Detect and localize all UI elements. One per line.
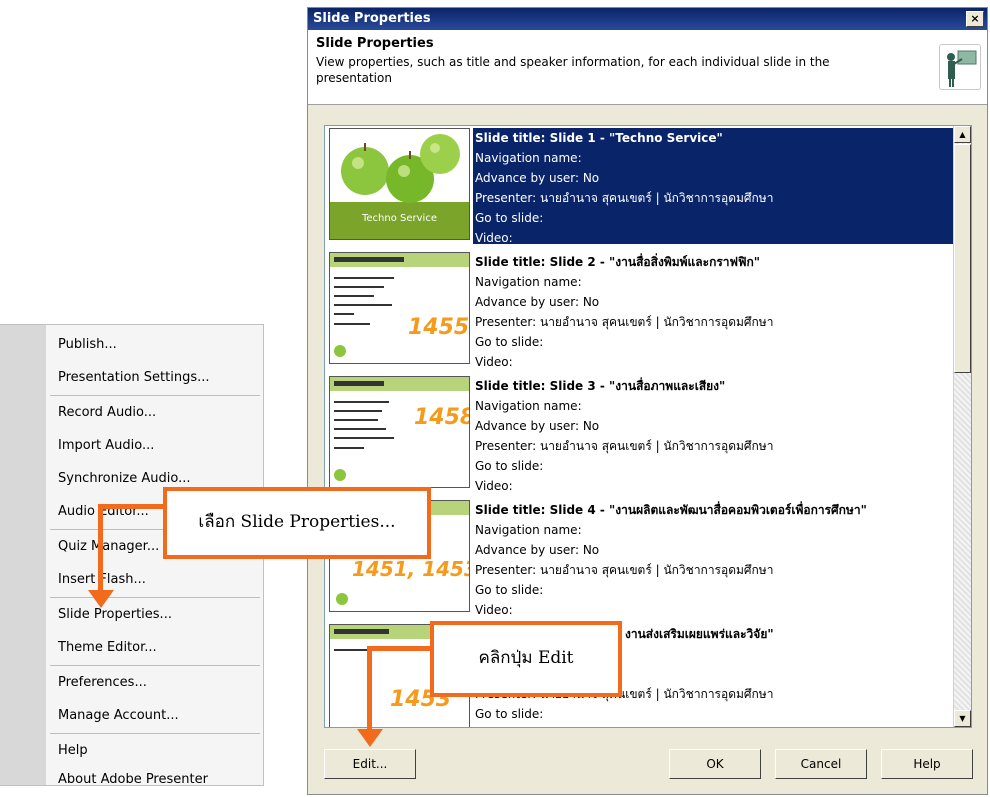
header-title: Slide Properties	[316, 36, 434, 51]
slide-info[interactable]: Slide title: Slide 2 - "งานสื่อสิ่งพิมพ์…	[473, 252, 957, 369]
slide-row[interactable]: 1455 Slide title: Slide 2 - "งานสื่อสิ่ง…	[329, 252, 955, 376]
dialog-header: Slide Properties View properties, such a…	[308, 30, 987, 105]
thumb-number: 1458	[414, 405, 470, 430]
arrow-down-icon	[357, 729, 383, 747]
go-to-slide: Go to slide:	[475, 211, 544, 225]
advance-by-user: Advance by user: No	[475, 543, 600, 557]
slide-properties-dialog: Slide Properties × Slide Properties View…	[307, 7, 988, 795]
video: Video:	[475, 479, 513, 493]
menu-gutter	[0, 325, 46, 785]
presenter-icon	[939, 44, 981, 90]
edit-button[interactable]: Edit...	[324, 749, 416, 779]
close-button[interactable]: ×	[966, 11, 984, 27]
video: Video:	[475, 355, 513, 369]
slide-title: Slide title: Slide 3 - "งานสื่อภาพและเสี…	[475, 379, 726, 393]
cancel-button[interactable]: Cancel	[775, 749, 867, 779]
slide-info-selected[interactable]: Slide title: Slide 1 - "Techno Service" …	[473, 128, 957, 245]
navigation-name: Navigation name:	[475, 275, 582, 289]
thumb-number: 1451, 1453	[352, 557, 470, 581]
arrow-down-icon	[88, 590, 114, 608]
slide-title: Slide title: Slide 1 - "Techno Service"	[475, 131, 723, 145]
navigation-name: Navigation name:	[475, 151, 582, 165]
slide-info[interactable]: Slide title: Slide 3 - "งานสื่อภาพและเสี…	[473, 376, 957, 493]
dialog-title: Slide Properties	[313, 11, 431, 26]
navigation-name: Navigation name:	[475, 399, 582, 413]
scrollbar-thumb[interactable]	[954, 144, 971, 373]
slide-list[interactable]: Techno Service Slide title: Slide 1 - "T…	[324, 125, 972, 728]
advance-by-user: Advance by user: No	[475, 295, 600, 309]
slide-thumbnail: Techno Service	[329, 128, 470, 240]
presenter: Presenter: นายอำนาจ สุคนเขตร์ | นักวิชาก…	[475, 191, 774, 205]
slide-thumbnail: 1458	[329, 376, 470, 488]
slide-title: Slide title: Slide 2 - "งานสื่อสิ่งพิมพ์…	[475, 255, 761, 269]
callout-click-edit: คลิกปุ่ม Edit	[430, 621, 622, 697]
menu-item-import-audio[interactable]: Import Audio...	[58, 429, 154, 462]
ok-button[interactable]: OK	[669, 749, 761, 779]
slide-info[interactable]: Slide title: Slide 4 - "งานผลิตและพัฒนาส…	[473, 500, 957, 617]
callout-connector	[367, 646, 372, 732]
menu-item-publish[interactable]: Publish...	[58, 328, 117, 361]
go-to-slide: Go to slide:	[475, 335, 544, 349]
menu-item-record-audio[interactable]: Record Audio...	[58, 396, 156, 429]
presenter: Presenter: นายอำนาจ สุคนเขตร์ | นักวิชาก…	[475, 439, 774, 453]
slide-row[interactable]: 1453 งานส่งเสริมเผยแพร่และวิจัย" Present…	[329, 624, 955, 727]
callout-select-slide-properties: เลือก Slide Properties...	[163, 487, 431, 559]
menu-item-presentation-settings[interactable]: Presentation Settings...	[58, 361, 210, 394]
thumb-caption: Techno Service	[362, 213, 437, 224]
slide-row[interactable]: Techno Service Slide title: Slide 1 - "T…	[329, 128, 957, 252]
callout-connector	[367, 646, 432, 651]
arrow-up-icon: ▲	[959, 130, 966, 139]
slide-thumbnail: 1455	[329, 252, 470, 364]
dialog-titlebar[interactable]: Slide Properties ×	[308, 8, 987, 30]
menu-item-quiz-manager[interactable]: Quiz Manager...	[58, 530, 159, 563]
menu-item-about[interactable]: About Adobe Presenter	[58, 763, 208, 796]
menu-item-audio-editor[interactable]: Audio Editor...	[58, 495, 149, 528]
presenter: Presenter: นายอำนาจ สุคนเขตร์ | นักวิชาก…	[475, 315, 774, 329]
navigation-name: Navigation name:	[475, 523, 582, 537]
advance-by-user: Advance by user: No	[475, 171, 600, 185]
menu-item-manage-account[interactable]: Manage Account...	[58, 699, 179, 732]
video: Video:	[475, 603, 513, 617]
vertical-scrollbar[interactable]: ▲ ▼	[953, 126, 971, 727]
help-button[interactable]: Help	[881, 749, 973, 779]
slide-row[interactable]: 1458 Slide title: Slide 3 - "งานสื่อภาพแ…	[329, 376, 955, 500]
advance-by-user: Advance by user: No	[475, 419, 600, 433]
menu-item-preferences[interactable]: Preferences...	[58, 666, 147, 699]
callout-connector	[98, 504, 163, 509]
go-to-slide: Go to slide:	[475, 707, 544, 721]
scroll-up-button[interactable]: ▲	[954, 126, 971, 143]
thumb-number: 1455	[408, 315, 470, 340]
header-description: View properties, such as title and speak…	[316, 55, 830, 85]
arrow-down-icon: ▼	[959, 714, 966, 723]
menu-item-slide-properties[interactable]: Slide Properties...	[58, 598, 172, 631]
callout-connector	[98, 504, 103, 594]
go-to-slide: Go to slide:	[475, 459, 544, 473]
close-icon: ×	[970, 12, 980, 25]
slide-title: Slide title: Slide 4 - "งานผลิตและพัฒนาส…	[475, 503, 867, 517]
video: Video:	[475, 231, 513, 245]
menu-item-theme-editor[interactable]: Theme Editor...	[58, 631, 157, 664]
go-to-slide: Go to slide:	[475, 583, 544, 597]
presenter: Presenter: นายอำนาจ สุคนเขตร์ | นักวิชาก…	[475, 563, 774, 577]
scroll-down-button[interactable]: ▼	[954, 710, 971, 727]
